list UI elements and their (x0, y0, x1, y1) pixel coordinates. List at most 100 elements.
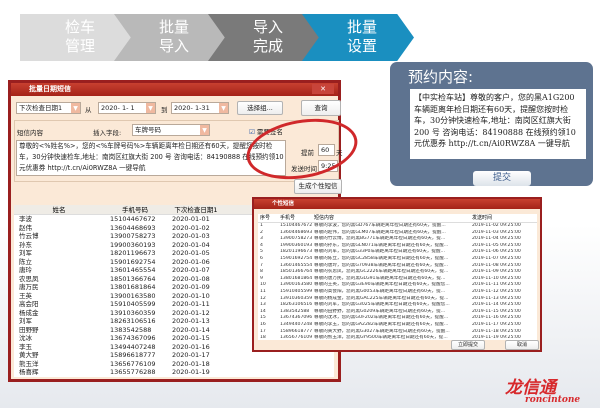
cell-name: 刘军 (19, 317, 32, 325)
column-header-phone[interactable]: 手机号 (280, 214, 314, 222)
cell-send-time: 2019-11-04 09:25:00 (472, 236, 521, 242)
cell-phone: 18501366764 (280, 269, 313, 275)
cell-content: 尊敬的沈冰，您的黑GUF202车辆距离年检日期还有60天，提醒... (314, 315, 449, 321)
cell-index: 3 (260, 236, 263, 242)
table-row[interactable]: 18 13656776109 尊敬的熊玉洋，您的黑GY9500车辆距离年检日期还有6… (258, 335, 537, 340)
cell-phone: 13601465554 (280, 262, 313, 268)
table-row[interactable]: 杨喜辉 13655776288 2020-01-19 (14, 368, 334, 377)
column-header-date[interactable]: 下次检查日期1 (166, 205, 226, 214)
table-row[interactable]: 11 15910405599 尊敬的高会阳，您的黑G0053车辆距离年检日期还有60… (258, 289, 537, 296)
cell-send-time: 2019-11-11 09:25:00 (472, 282, 521, 288)
column-header-phone[interactable]: 手机号码 (104, 205, 166, 214)
cell-send-time: 2019-11-18 09:25:00 (472, 328, 521, 334)
cell-send-time: 2019-11-16 09:25:00 (472, 315, 521, 321)
select-group-button[interactable]: 选择组... (237, 101, 283, 115)
table-row[interactable]: 黄大野 15896618777 2020-01-17 (14, 351, 334, 360)
cell-name: 唐玲 (19, 266, 32, 274)
cell-phone: 13494407248 (280, 321, 313, 327)
cell-index: 8 (260, 269, 263, 275)
step-label: 检车 (64, 18, 95, 36)
sms-content-label: 短信内容 (17, 129, 43, 137)
table-row[interactable]: 12 13910360359 尊敬的杨成金，您的黑GAC225车辆距离年检日期还有6… (258, 296, 537, 303)
cell-index: 5 (260, 249, 263, 255)
cell-index: 1 (260, 223, 263, 228)
cell-content: 尊敬的王英，您的黑G3E90车辆距离年检日期还有60天，提醒您... (314, 282, 450, 288)
cell-content: 尊敬的高会阳，您的黑G0053车辆距离年检日期还有60天，提... (314, 288, 446, 294)
cell-date: 2020-01-15 (172, 334, 210, 342)
step-label: 批量 (346, 18, 377, 36)
cell-name: 孙东 (19, 240, 32, 249)
table-row[interactable]: 17 15896618777 尊敬的黄大野，您的黑G3027车辆距离年检日期还有60… (258, 329, 537, 336)
step-label: 完成 (252, 37, 283, 55)
personal-sms-table: 序号 手机号 短信内容 发送时间 1 15104467672 尊敬的李波，您的黑GD… (258, 214, 537, 340)
table-row[interactable]: 15 13674367096 尊敬的沈冰，您的黑GUF202车辆距离年检日期还有60… (258, 315, 537, 322)
cell-content: 尊敬的刘军，您的黑G33P0车辆距离年检日期还有60天，提醒... (314, 249, 445, 255)
step-progress: 检车 管理 批量 导入 导入 完成 批量 设置 (20, 14, 420, 61)
cell-content: 尊敬的陈立，您的黑GC2858车辆距离年检日期还有60天，提醒... (314, 255, 449, 261)
column-header-index[interactable]: 序号 (258, 214, 280, 222)
column-header-send-time[interactable]: 发送时间 (472, 214, 532, 222)
to-date-value: 2020- 1-31 (174, 104, 210, 112)
submit-button[interactable]: 提交 (473, 171, 531, 186)
column-header-content[interactable]: 短信内容 (314, 214, 472, 222)
table-row[interactable]: 1 15104467672 尊敬的李波，您的黑GD767车辆距离年检日期还有60天，… (258, 223, 537, 230)
cell-phone: 13674367096 (280, 315, 313, 321)
cell-content: 尊敬的黄大野，您的黑G3027车辆距离年检日期还有60天，提醒... (314, 328, 450, 334)
cell-send-time: 2019-11-17 09:25:00 (472, 321, 521, 327)
sms-content-textarea[interactable]: 尊敬的<%姓名%>，您的<%车牌号码%>车辆距离年检日期还有60天，提醒您按时检… (16, 140, 286, 176)
cell-date: 2020-01-12 (172, 308, 210, 317)
insert-field-select[interactable]: 车牌号码 ▼ (132, 124, 210, 136)
table-row[interactable]: 10 13900163580 尊敬的王英，您的黑G3E90车辆距离年检日期还有60天… (258, 282, 537, 289)
cell-phone: 18263106516 (110, 317, 156, 325)
cell-date: 2020-01-09 (172, 283, 210, 291)
cell-date: 2020-01-08 (172, 274, 210, 283)
personal-sms-dialog: 个性短信 序号 手机号 短信内容 发送时间 1 15104467672 尊敬的李波，… (252, 197, 542, 352)
table-row[interactable]: 3 13900758273 尊敬的竹云博，您的黑BG771车辆距离年检日期还有60天… (258, 236, 537, 243)
table-header: 序号 手机号 短信内容 发送时间 (258, 214, 537, 223)
step-import-complete: 导入 完成 (208, 14, 320, 61)
cell-phone: 15896618777 (280, 328, 313, 334)
table-row[interactable]: 9 13801681864 尊敬的唐万民，您的黑GLG91车辆距离年检日期还有60天… (258, 276, 537, 283)
table-row[interactable]: 13 18263106516 尊敬的刘军，您的黑G3025车辆距离年检日期还有60天… (258, 302, 537, 309)
cell-phone: 18263106516 (280, 302, 313, 308)
dialog-title: 个性短信 (254, 199, 540, 209)
table-row[interactable]: 4 19900360193 尊敬的孙东，您的黑GLN071车辆距离年检日期还有60天… (258, 243, 537, 250)
chevron-down-icon: ▼ (219, 103, 228, 113)
date-field-select[interactable]: 下次检查日期1 ▼ (16, 102, 81, 114)
table-row[interactable]: 2 13604468693 尊敬的赵伟，您的黑GLM07车辆距离年检日期还有60天，… (258, 230, 537, 237)
cell-phone: 13910360359 (280, 295, 313, 301)
cell-content: 尊敬的竹云博，您的黑BG771车辆距离年检日期还有60天，提... (314, 236, 446, 242)
table-row[interactable]: 熊玉洋 13656776109 2020-01-18 (14, 360, 334, 369)
cancel-button[interactable]: 取消 (505, 340, 539, 350)
cell-name: 田野野 (19, 325, 39, 334)
cell-send-time: 2019-11-02 09:25:00 (472, 223, 521, 228)
cell-phone: 13674367096 (110, 334, 156, 342)
submit-now-button[interactable]: 立即提交 (451, 340, 485, 350)
table-row[interactable]: 16 13494407248 尊敬的李玉，您的黑GA2282车辆距离年检日期还有60… (258, 322, 537, 329)
cell-index: 7 (260, 262, 263, 268)
table-row[interactable]: 7 13601465554 尊敬的唐玲，您的黑G70938车辆距离年检日期还有60天… (258, 263, 537, 270)
cell-index: 10 (260, 282, 266, 288)
table-row[interactable]: 5 18201196673 尊敬的刘军，您的黑G33P0车辆距离年检日期还有60天，… (258, 249, 537, 256)
cell-phone: 15104467672 (110, 215, 156, 223)
cell-phone: 18201196673 (110, 249, 156, 257)
close-button[interactable]: ✕ (312, 84, 334, 94)
cell-send-time: 2019-11-09 09:25:00 (472, 269, 521, 275)
to-date-input[interactable]: 2020- 1-31 ▼ (171, 102, 229, 114)
query-button[interactable]: 查询 (301, 100, 341, 116)
from-date-input[interactable]: 2020- 1- 1 ▼ (98, 102, 156, 114)
table-row[interactable]: 14 1383542588 尊敬的田野野，您的黑G0209车辆距离年检日期还有60天… (258, 309, 537, 316)
column-header-name[interactable]: 姓名 (14, 205, 104, 214)
cell-index: 6 (260, 255, 263, 261)
step-label: 导入 (158, 37, 189, 55)
cell-index: 11 (260, 288, 266, 294)
cell-send-time: 2019-11-06 09:25:00 (472, 249, 521, 255)
generate-personal-sms-button[interactable]: 生成个性短信 (294, 179, 342, 194)
table-row[interactable]: 6 15901692754 尊敬的陈立，您的黑GC2858车辆距离年检日期还有60天… (258, 256, 537, 263)
cell-date: 2020-01-18 (172, 359, 210, 368)
cell-phone: 13655776288 (110, 368, 156, 376)
cell-index: 9 (260, 275, 263, 281)
table-row[interactable]: 8 18501366764 尊敬的农思凤，您的黑GC2226车辆距离年检日期还有60… (258, 269, 537, 276)
cell-content: 尊敬的刘军，您的黑G3025车辆距离年检日期还有60天，提醒您... (314, 302, 450, 308)
cell-name: 刘军 (19, 249, 32, 257)
